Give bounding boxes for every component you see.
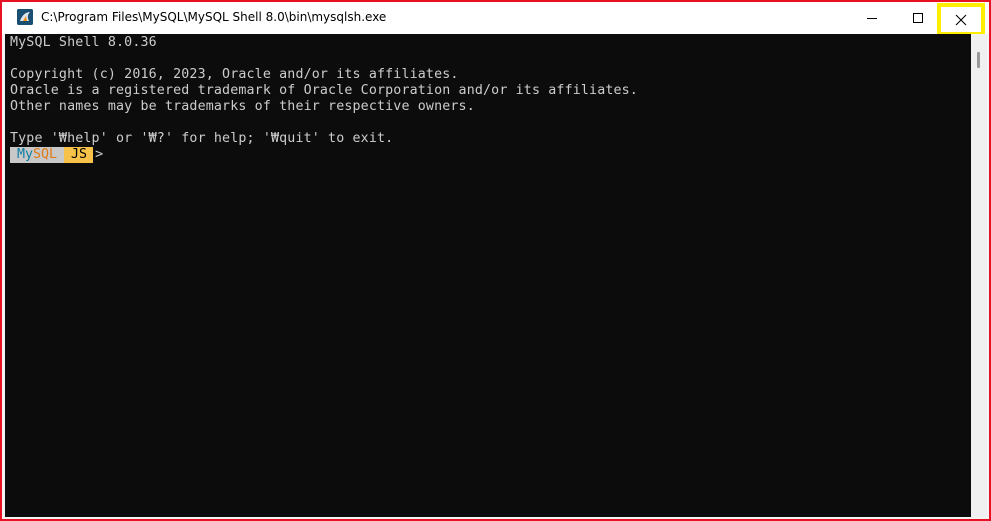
prompt-my-text: My (17, 147, 34, 162)
terminal-line: Other names may be trademarks of their r… (10, 99, 475, 114)
close-button[interactable] (937, 3, 985, 36)
scrollbar-thumb[interactable] (977, 52, 980, 68)
prompt-sql-text: SQL (33, 147, 58, 162)
minimize-button[interactable] (849, 2, 895, 34)
vertical-scrollbar[interactable] (971, 34, 987, 517)
maximize-icon (913, 13, 923, 23)
shell-prompt[interactable]: MySQL JS > (10, 147, 103, 163)
maximize-button[interactable] (895, 2, 941, 34)
title-bar[interactable]: C:\Program Files\MySQL\MySQL Shell 8.0\b… (2, 2, 989, 36)
prompt-mysql-segment: MySQL (10, 147, 65, 163)
terminal-line: Type '₩help' or '₩?' for help; '₩quit' t… (10, 131, 394, 146)
prompt-mode-badge: JS (64, 147, 94, 163)
prompt-arrow: > (95, 147, 104, 162)
terminal-line: Oracle is a registered trademark of Orac… (10, 83, 638, 98)
terminal-line: MySQL Shell 8.0.36 (10, 35, 157, 50)
mysql-shell-icon[interactable] (17, 9, 33, 25)
window-title: C:\Program Files\MySQL\MySQL Shell 8.0\b… (41, 10, 387, 24)
terminal-line: Copyright (c) 2016, 2023, Oracle and/or … (10, 67, 459, 82)
close-icon (955, 14, 967, 25)
terminal-output[interactable]: MySQL Shell 8.0.36 Copyright (c) 2016, 2… (5, 34, 971, 517)
terminal-window: C:\Program Files\MySQL\MySQL Shell 8.0\b… (0, 0, 991, 521)
minimize-icon (867, 18, 877, 19)
